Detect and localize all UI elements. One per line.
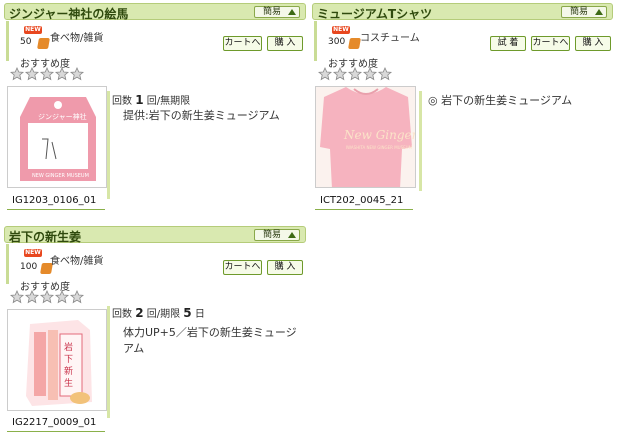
divider [7,209,105,210]
item-title: 岩下の新生姜 [9,230,82,244]
buy-button[interactable]: 購 入 [575,36,611,51]
star-icon [54,67,70,81]
rating-stars [9,67,90,84]
new-badge: NEW [332,26,350,34]
item-description: 提供:岩下の新生姜ミュージアム [123,109,280,122]
divider [315,209,413,210]
new-badge: NEW [24,249,42,257]
divider [7,431,105,432]
svg-text:生: 生 [64,377,73,389]
star-icon [9,67,25,81]
svg-text:IWASHITA NEW GINGER MUSEUM: IWASHITA NEW GINGER MUSEUM [346,145,413,150]
buy-button[interactable]: 購 入 [267,36,303,51]
category: 食べ物/雑貨 [50,33,104,44]
usage-info: 回数 1 回/無期限 [112,92,190,107]
simple-label: 簡易 [570,7,589,17]
new-badge: NEW [24,26,42,34]
collapse-triangle-icon [288,232,296,238]
item-code: IG1203_0106_01 [12,195,97,206]
svg-text:岩: 岩 [64,341,73,353]
star-icon [317,67,333,81]
star-icon [69,290,85,304]
category: コスチューム [360,33,420,44]
star-icon [9,290,25,304]
star-icon [39,290,55,304]
star-icon [347,67,363,81]
star-icon [24,67,40,81]
uses-days: 5 [183,306,192,320]
uses-suffix: 日 [194,309,205,320]
item-image-ginger[interactable]: 岩 下 新 生 [7,309,107,411]
svg-text:NEW GINGER MUSEUM: NEW GINGER MUSEUM [32,173,89,179]
add-to-cart-button[interactable]: カートへ [223,260,262,275]
item-description: ◎ 岩下の新生姜ミュージアム [428,94,573,107]
star-icon [39,67,55,81]
item-code: ICT202_0045_21 [320,195,404,206]
item-description-line1: 体力UP+5／岩下の新生姜ミュージ [123,326,297,339]
star-icon [377,67,393,81]
price: 300 [328,37,346,47]
price: 50 [20,37,32,47]
buy-button[interactable]: 購 入 [267,260,303,275]
item-card-ema: ジンジャー神社の絵馬 簡易 NEW 50 食べ物/雑貨 おすすめ度 カートへ 購… [4,3,306,215]
info-bar [419,91,422,191]
uses-count: 2 [135,306,144,320]
uses-count: 1 [135,93,144,107]
left-accent-bar [6,244,9,284]
item-header: ミュージアムTシャツ 簡易 [312,3,613,21]
simple-toggle-button[interactable]: 簡易 [254,229,300,241]
info-bar [107,91,110,199]
usage-info: 回数 2 回/期限 5 日 [112,305,205,320]
star-icon [69,67,85,81]
price: 100 [20,262,38,272]
item-card-tshirt: ミュージアムTシャツ 簡易 NEW 300 コスチューム おすすめ度 試 着 カ… [312,3,614,215]
uses-mid: 回/期限 [146,309,181,320]
uses-prefix: 回数 [112,96,132,107]
item-card-ginger: 岩下の新生姜 簡易 NEW 100 食べ物/雑貨 おすすめ度 カートへ 購 入 [4,226,306,436]
info-bar [107,306,110,418]
simple-toggle-button[interactable]: 簡易 [254,6,300,18]
svg-text:新: 新 [64,365,73,377]
svg-text:下: 下 [64,355,73,365]
star-icon [362,67,378,81]
add-to-cart-button[interactable]: カートへ [531,36,570,51]
svg-text:ジンジャー神社: ジンジャー神社 [38,112,87,121]
item-title: ジンジャー神社の絵馬 [9,7,129,21]
uses-suffix: 回/無期限 [146,96,191,107]
left-accent-bar [314,21,317,61]
left-accent-bar [6,21,9,61]
rating-stars [317,67,398,84]
star-icon [332,67,348,81]
collapse-triangle-icon [595,9,603,15]
rating-stars [9,290,90,307]
item-header: ジンジャー神社の絵馬 簡易 [4,3,306,21]
item-code: IG2217_0009_01 [12,417,97,428]
collapse-triangle-icon [288,9,296,15]
simple-label: 簡易 [263,7,282,17]
simple-toggle-button[interactable]: 簡易 [561,6,607,18]
item-image-ema[interactable]: ジンジャー神社 NEW GINGER MUSEUM [7,86,107,188]
item-header: 岩下の新生姜 簡易 [4,226,306,244]
uses-prefix: 回数 [112,309,132,320]
simple-label: 簡易 [263,230,282,240]
star-icon [24,290,40,304]
item-title: ミュージアムTシャツ [317,7,433,21]
try-on-button[interactable]: 試 着 [490,36,526,51]
item-description-line2: アム [123,342,145,355]
category: 食べ物/雑貨 [50,256,104,267]
star-icon [54,290,70,304]
item-image-tshirt[interactable]: New Ginger IWASHITA NEW GINGER MUSEUM [315,86,416,188]
coin-icon [37,38,50,49]
svg-text:New Ginger: New Ginger [343,128,416,142]
add-to-cart-button[interactable]: カートへ [223,36,262,51]
